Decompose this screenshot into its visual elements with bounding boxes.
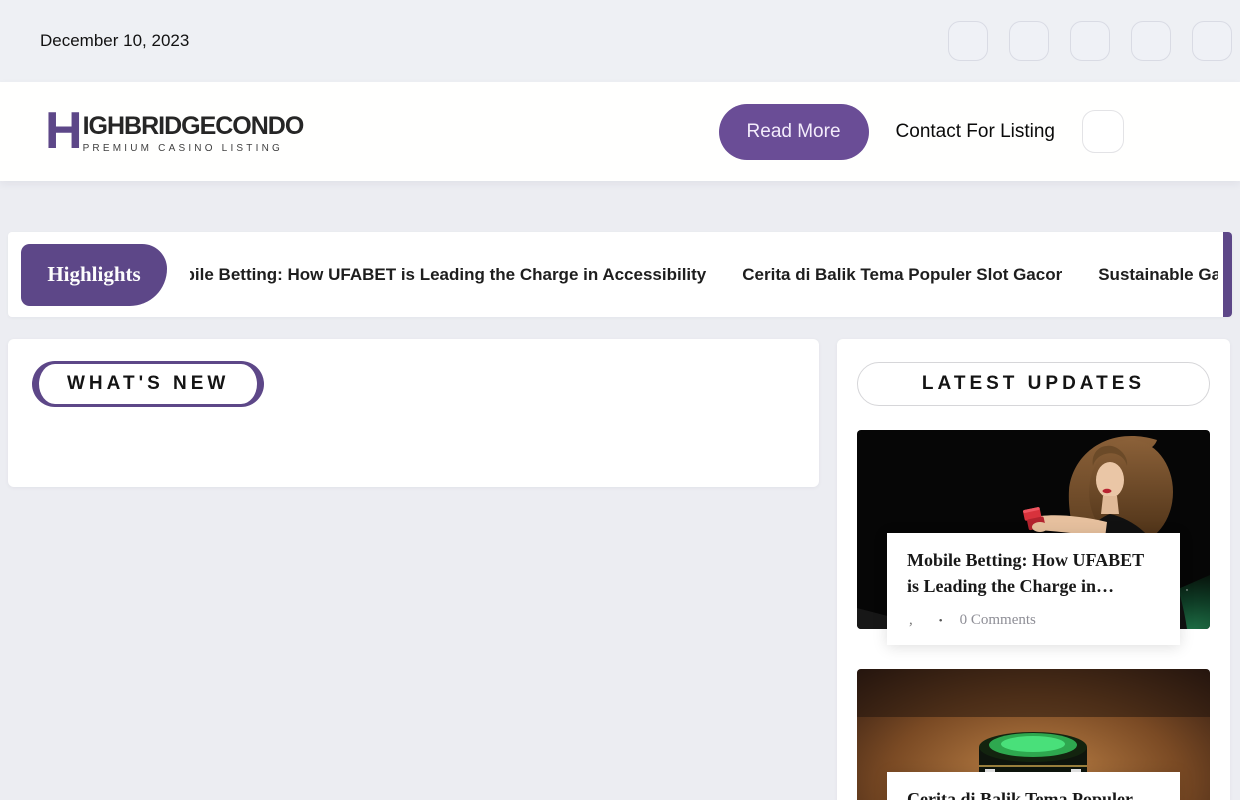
article-title[interactable]: Cerita di Balik Tema Populer Slot Gacor [907, 786, 1160, 800]
highlights-badge: Highlights [21, 244, 167, 306]
whats-new-section: WHAT'S NEW [8, 339, 819, 487]
search-button[interactable] [1082, 110, 1124, 153]
current-date: December 10, 2023 [40, 31, 189, 51]
ticker-viewport: Mobile Betting: How UFABET is Leading th… [190, 265, 1218, 285]
highlights-ticker-bar: Highlights Mobile Betting: How UFABET is… [8, 232, 1232, 317]
sidebar-article: Cerita di Balik Tema Populer Slot Gacor [857, 669, 1210, 800]
social-icon-1[interactable] [948, 21, 988, 61]
article-card: Cerita di Balik Tema Populer Slot Gacor [887, 772, 1180, 800]
logo-tagline: PREMIUM CASINO LISTING [83, 143, 304, 154]
social-icon-5[interactable] [1192, 21, 1232, 61]
ticker-item[interactable]: Mobile Betting: How UFABET is Leading th… [190, 265, 706, 285]
main-content: WHAT'S NEW LATEST UPDATES [8, 339, 1232, 800]
latest-updates-sidebar: LATEST UPDATES [837, 339, 1230, 800]
meta-separator-icon: • [939, 615, 943, 627]
article-card: Mobile Betting: How UFABET is Leading th… [887, 533, 1180, 645]
read-more-button[interactable]: Read More [719, 104, 869, 160]
whats-new-heading: WHAT'S NEW [32, 361, 264, 407]
contact-for-listing-link[interactable]: Contact For Listing [896, 121, 1055, 143]
sidebar-article: Mobile Betting: How UFABET is Leading th… [857, 430, 1210, 645]
latest-updates-heading: LATEST UPDATES [857, 362, 1210, 406]
header-actions: Read More Contact For Listing [719, 104, 1124, 160]
article-comments-link[interactable]: 0 Comments [960, 612, 1036, 629]
social-icon-4[interactable] [1131, 21, 1171, 61]
ticker-accent-bar [1223, 232, 1232, 317]
topbar: December 10, 2023 [0, 0, 1240, 82]
logo-name: IGHBRIDGECONDO [83, 114, 304, 139]
article-meta: , • 0 Comments [907, 612, 1160, 629]
article-title[interactable]: Mobile Betting: How UFABET is Leading th… [907, 547, 1160, 599]
logo-letter: H [45, 110, 81, 153]
site-header: H IGHBRIDGECONDO PREMIUM CASINO LISTING … [0, 82, 1240, 181]
ticker-item[interactable]: Cerita di Balik Tema Populer Slot Gacor [742, 265, 1062, 285]
social-icon-2[interactable] [1009, 21, 1049, 61]
article-byline: , [907, 612, 913, 629]
ticker-row: Mobile Betting: How UFABET is Leading th… [190, 265, 1218, 285]
ticker-item[interactable]: Sustainable Gamb [1098, 265, 1218, 285]
social-icon-3[interactable] [1070, 21, 1110, 61]
site-logo[interactable]: H IGHBRIDGECONDO PREMIUM CASINO LISTING [45, 110, 303, 154]
social-links [948, 21, 1232, 61]
